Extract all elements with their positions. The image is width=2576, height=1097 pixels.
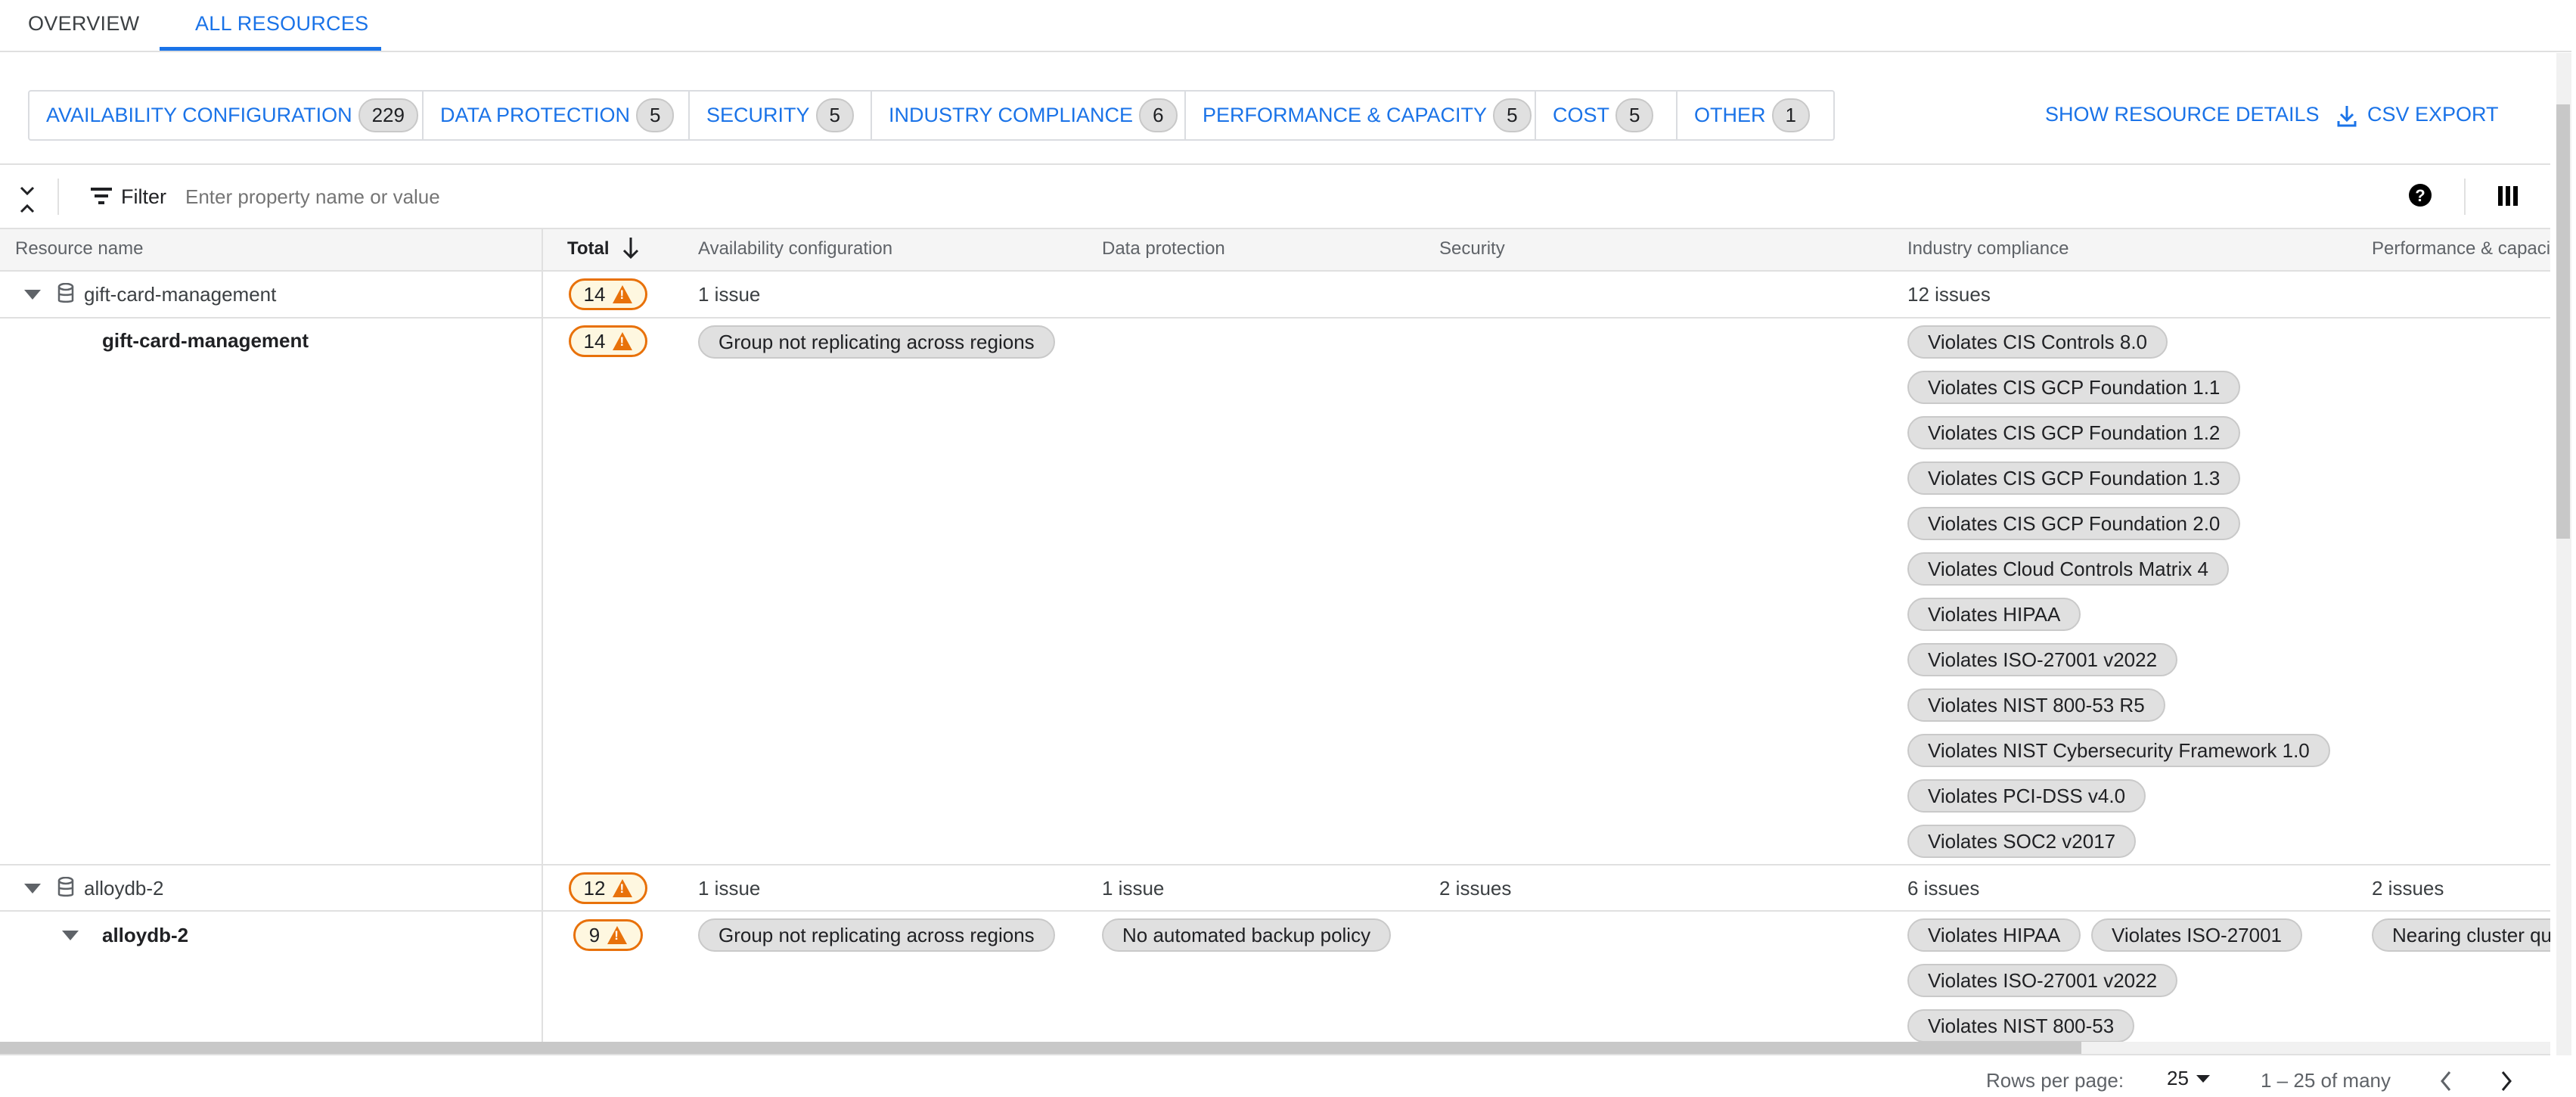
rows-per-page-select[interactable]: 25: [2167, 1067, 2210, 1090]
issue-chip[interactable]: No automated backup policy: [1102, 918, 1392, 952]
column-header-performance[interactable]: Performance & capacity: [2372, 238, 2550, 259]
issue-chip[interactable]: Violates PCI-DSS v4.0: [1907, 779, 2146, 813]
issue-chip[interactable]: Violates NIST 800-53 R5: [1907, 688, 2165, 722]
issue-chip[interactable]: Violates ISO-27001 v2022: [1907, 643, 2178, 676]
issue-chip[interactable]: Nearing cluster quota: [2372, 918, 2550, 952]
issue-chip[interactable]: Violates CIS GCP Foundation 1.3: [1907, 461, 2241, 495]
database-icon: [57, 877, 74, 897]
issue-chip[interactable]: Violates SOC2 v2017: [1907, 825, 2137, 858]
column-header-resource-name[interactable]: Resource name: [15, 238, 143, 259]
issue-chip[interactable]: Violates HIPAA: [1907, 598, 2081, 631]
industry-summary: 12 issues: [1907, 283, 1991, 306]
issue-chip[interactable]: Violates CIS GCP Foundation 2.0: [1907, 507, 2241, 540]
total-issues-badge: 14: [569, 325, 647, 357]
collapse-row-icon[interactable]: [24, 290, 41, 300]
issue-chip[interactable]: Violates CIS GCP Foundation 1.2: [1907, 416, 2241, 449]
availability-summary: 1 issue: [698, 283, 761, 306]
column-header-total[interactable]: Total: [567, 238, 610, 259]
security-summary: 2 issues: [1439, 877, 1512, 900]
total-count: 9: [588, 923, 601, 946]
issue-chip[interactable]: Violates ISO-27001: [2091, 918, 2302, 952]
column-header-security[interactable]: Security: [1439, 238, 1505, 259]
collapse-row-icon[interactable]: [24, 884, 41, 893]
resource-name[interactable]: alloydb-2: [102, 924, 188, 947]
horizontal-scrollbar[interactable]: [0, 1042, 2550, 1054]
row-divider: [0, 910, 2550, 912]
issue-chip[interactable]: Group not replicating across regions: [698, 918, 1055, 952]
dropdown-arrow-icon: [2196, 1074, 2210, 1083]
total-issues-badge: 14: [569, 278, 647, 310]
warning-icon: [613, 332, 633, 350]
database-icon: [57, 283, 74, 303]
vertical-scrollbar[interactable]: [2556, 53, 2571, 1055]
row-divider: [0, 317, 2550, 319]
table-header: [0, 228, 2550, 272]
column-header-data-protection[interactable]: Data protection: [1102, 238, 1225, 259]
total-count: 14: [583, 329, 606, 353]
horizontal-scrollbar-thumb[interactable]: [0, 1042, 2081, 1054]
column-header-availability[interactable]: Availability configuration: [698, 238, 892, 259]
issue-chip[interactable]: Violates ISO-27001 v2022: [1907, 964, 2178, 997]
column-divider: [542, 228, 543, 1042]
total-count: 12: [583, 876, 606, 900]
rows-per-page-value: 25: [2167, 1067, 2189, 1089]
warning-icon: [607, 926, 628, 944]
rows-per-page-label: Rows per page:: [1986, 1069, 2124, 1092]
warning-icon: [613, 879, 633, 897]
resource-group-name[interactable]: gift-card-management: [84, 283, 276, 306]
warning-icon: [613, 285, 633, 303]
total-issues-badge: 9: [573, 919, 643, 951]
sort-descending-icon[interactable]: [622, 236, 640, 260]
results-table: Resource name Total Availability configu…: [0, 0, 2550, 1042]
column-header-industry-compliance[interactable]: Industry compliance: [1907, 238, 2069, 259]
pagination-range: 1 – 25 of many: [2261, 1069, 2391, 1092]
resource-group-name[interactable]: alloydb-2: [84, 877, 164, 900]
issue-chip[interactable]: Group not replicating across regions: [698, 325, 1055, 359]
issue-chip[interactable]: Violates HIPAA: [1907, 918, 2081, 952]
issue-chip[interactable]: Violates NIST 800-53: [1907, 1009, 2135, 1042]
total-issues-badge: 12: [569, 872, 647, 904]
issue-chip[interactable]: Violates CIS Controls 8.0: [1907, 325, 2168, 359]
collapse-row-icon[interactable]: [62, 931, 79, 940]
issue-chip[interactable]: Violates CIS GCP Foundation 1.1: [1907, 371, 2241, 404]
vertical-scrollbar-thumb[interactable]: [2556, 104, 2570, 539]
resource-name[interactable]: gift-card-management: [102, 329, 309, 353]
data-protection-summary: 1 issue: [1102, 877, 1165, 900]
total-count: 14: [583, 282, 606, 306]
availability-summary: 1 issue: [698, 877, 761, 900]
row-divider: [0, 864, 2550, 865]
footer-divider: [0, 1054, 2550, 1055]
next-page-icon[interactable]: [2499, 1070, 2514, 1092]
performance-summary: 2 issues: [2372, 877, 2444, 900]
industry-summary: 6 issues: [1907, 877, 1980, 900]
issue-chip[interactable]: Violates Cloud Controls Matrix 4: [1907, 552, 2229, 586]
previous-page-icon[interactable]: [2438, 1070, 2453, 1092]
issue-chip[interactable]: Violates NIST Cybersecurity Framework 1.…: [1907, 734, 2330, 767]
